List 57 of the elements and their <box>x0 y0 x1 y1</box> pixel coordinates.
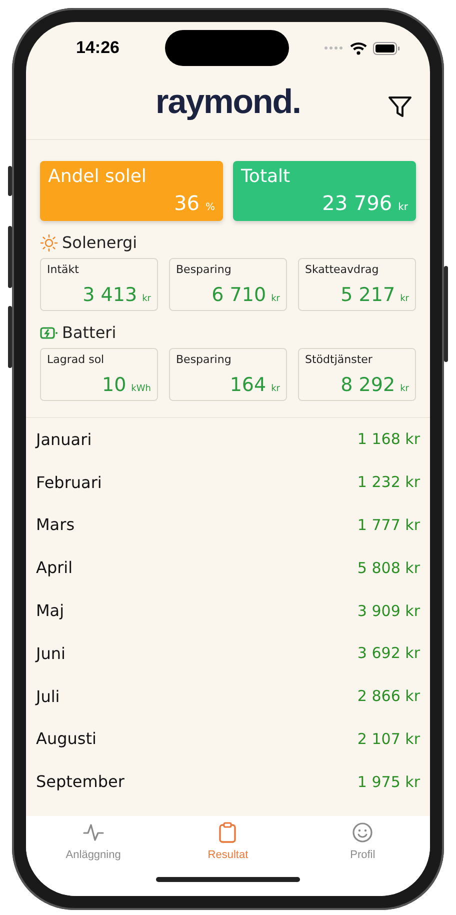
unit-label: kr <box>142 294 151 304</box>
clipboard-icon <box>217 822 238 843</box>
month-amount: 1 777 kr <box>357 516 420 534</box>
card-value: 10 <box>102 374 126 396</box>
unit-label: % <box>205 202 215 213</box>
wifi-icon <box>350 42 367 54</box>
month-label: Januari <box>36 430 92 449</box>
month-amount: 2 866 kr <box>357 687 420 706</box>
month-amount: 1 232 kr <box>357 473 420 492</box>
unit-label: kr <box>271 384 280 394</box>
card-label: Andel solel <box>48 166 146 187</box>
status-time: 14:26 <box>76 38 120 58</box>
sun-icon <box>40 234 58 252</box>
card-value: 164 <box>230 374 266 396</box>
cellular-icon <box>324 45 344 51</box>
card-label: Stödtjänster <box>305 353 372 366</box>
card-value: 8 292 <box>340 374 396 396</box>
card-label: Besparing <box>176 353 232 366</box>
unit-label: kr <box>271 294 280 304</box>
card-label: Totalt <box>241 166 290 187</box>
card-value: 36 <box>174 191 200 215</box>
unit-label: kr <box>398 202 408 213</box>
battery-icon <box>372 42 400 54</box>
month-amount: 5 808 kr <box>357 558 420 577</box>
card-label: Besparing <box>176 263 232 276</box>
smiley-icon <box>352 822 374 843</box>
section-title: Solenergi <box>62 233 138 252</box>
month-amount: 3 692 kr <box>357 644 420 662</box>
unit-label: kr <box>400 384 409 394</box>
month-label: Mars <box>36 515 75 534</box>
card-label: Skatteavdrag <box>305 263 379 276</box>
card-label: Intäkt <box>47 263 79 276</box>
month-label: Februari <box>36 472 102 492</box>
month-label: April <box>36 558 73 578</box>
card-value: 3 413 <box>82 284 138 306</box>
month-label: Augusti <box>36 729 96 748</box>
card-value: 6 710 <box>212 284 266 306</box>
pulse-icon <box>82 822 104 843</box>
card-label: Lagrad sol <box>47 353 104 366</box>
month-label: Maj <box>36 601 64 620</box>
section-title: Batteri <box>62 323 116 342</box>
month-amount: 2 107 kr <box>357 730 420 748</box>
month-label: September <box>36 772 124 792</box>
card-value: 23 796 <box>322 191 392 215</box>
month-label: Juni <box>36 644 66 663</box>
tab-item[interactable]: Resultat <box>172 822 283 861</box>
filter-icon[interactable] <box>388 96 412 118</box>
month-label: Juli <box>36 686 60 706</box>
card-value: 5 217 <box>340 284 396 306</box>
month-amount: 1 168 kr <box>357 430 420 448</box>
tab-item[interactable]: Anläggning <box>38 822 148 861</box>
unit-label: kWh <box>131 384 151 394</box>
month-amount: 3 909 kr <box>357 602 420 620</box>
month-amount: 1 975 kr <box>357 772 420 791</box>
logo: raymond. <box>155 83 301 122</box>
unit-label: kr <box>400 294 409 304</box>
tab-item[interactable]: Profil <box>308 822 418 861</box>
